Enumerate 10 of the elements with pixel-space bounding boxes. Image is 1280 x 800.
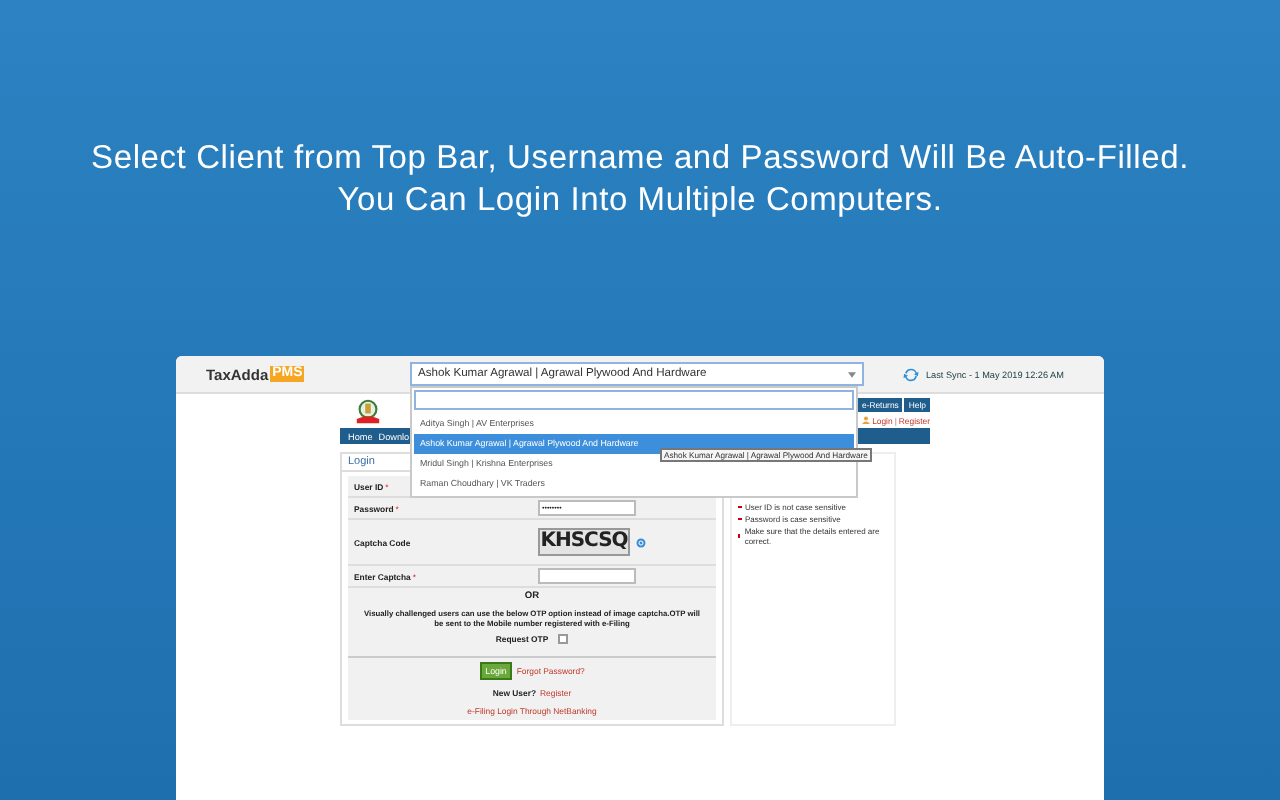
- refresh-icon[interactable]: [902, 365, 920, 383]
- search-field[interactable]: [414, 390, 854, 410]
- caret-icon: [848, 371, 856, 377]
- input-field[interactable]: [538, 568, 636, 584]
- emblem-icon: [354, 397, 382, 425]
- captcha-image: KHSCSQ: [538, 528, 630, 556]
- headline: Select Client from Top Bar, Username and Password Will Be Auto-Filled. You Can Login Into Multiple Computers.: [89, 138, 1191, 222]
- refresh-icon[interactable]: [636, 537, 646, 547]
- checkbox[interactable]: [558, 634, 569, 644]
- user-icon: [862, 416, 871, 424]
